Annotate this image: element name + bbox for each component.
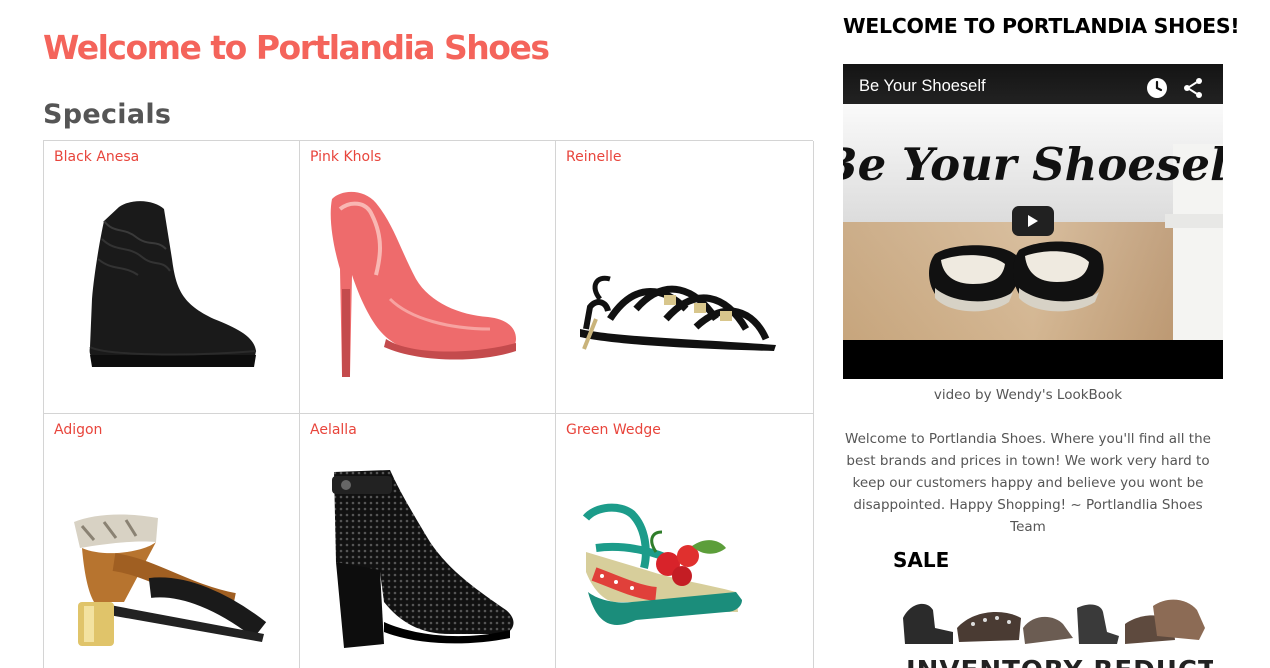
product-card[interactable]: Black Anesa bbox=[44, 141, 300, 414]
block-heel-sandal-image[interactable] bbox=[64, 452, 284, 668]
play-icon bbox=[1028, 215, 1038, 227]
product-name-link[interactable]: Black Anesa bbox=[54, 149, 139, 165]
share-icon[interactable] bbox=[1181, 76, 1205, 100]
product-card[interactable]: Adigon bbox=[44, 414, 300, 668]
green-wedge-image[interactable] bbox=[576, 452, 796, 668]
sale-banner[interactable]: INVENTORY REDUCTION bbox=[893, 588, 1213, 668]
video-player[interactable]: Be Your Shoeself Be Your Shoeself bbox=[843, 64, 1223, 379]
product-name-link[interactable]: Green Wedge bbox=[566, 422, 661, 438]
sale-shoes-image bbox=[903, 599, 1205, 644]
product-card[interactable]: Reinelle bbox=[556, 141, 814, 414]
sidebar-title: WELCOME TO PORTLANDIA SHOES! bbox=[843, 14, 1240, 38]
play-button[interactable] bbox=[1012, 206, 1054, 236]
video-art-text: Be Your Shoeself bbox=[843, 138, 1223, 191]
product-name-link[interactable]: Pink Khols bbox=[310, 149, 381, 165]
sale-banner-text: INVENTORY REDUCTION bbox=[906, 656, 1213, 668]
product-card[interactable]: Pink Khols bbox=[300, 141, 556, 414]
video-title[interactable]: Be Your Shoeself bbox=[859, 77, 986, 96]
page-title: Welcome to Portlandia Shoes bbox=[43, 28, 550, 67]
sale-heading: SALE bbox=[893, 548, 950, 572]
watch-later-clock-icon[interactable] bbox=[1145, 76, 1169, 100]
specials-grid: Black Anesa Pink Khols Reinelle Adigon A… bbox=[43, 140, 814, 668]
welcome-text: Welcome to Portlandia Shoes. Where you'l… bbox=[845, 431, 1211, 535]
specials-heading: Specials bbox=[43, 99, 172, 130]
black-sandal-image[interactable] bbox=[576, 179, 796, 399]
black-perforated-heel-image[interactable] bbox=[320, 452, 540, 668]
product-name-link[interactable]: Aelalla bbox=[310, 422, 357, 438]
pink-pump-image[interactable] bbox=[320, 179, 540, 399]
video-caption: video by Wendy's LookBook bbox=[933, 387, 1123, 403]
product-card[interactable]: Green Wedge bbox=[556, 414, 814, 668]
product-card[interactable]: Aelalla bbox=[300, 414, 556, 668]
black-ankle-boot-image[interactable] bbox=[64, 179, 284, 399]
product-name-link[interactable]: Reinelle bbox=[566, 149, 621, 165]
video-title-bar: Be Your Shoeself bbox=[843, 64, 1223, 104]
product-name-link[interactable]: Adigon bbox=[54, 422, 102, 438]
